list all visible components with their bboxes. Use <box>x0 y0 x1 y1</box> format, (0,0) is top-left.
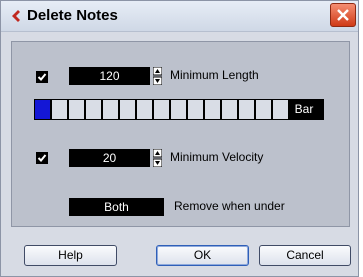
title-bar[interactable]: Delete Notes <box>1 1 358 32</box>
remove-mode-label: Remove when under <box>174 199 285 213</box>
grid-cell[interactable] <box>35 100 50 119</box>
grid-cell[interactable] <box>188 100 203 119</box>
grid-cell[interactable] <box>239 100 254 119</box>
grid-cell[interactable] <box>120 100 135 119</box>
length-grid[interactable]: Bar <box>34 99 324 120</box>
cancel-button[interactable]: Cancel <box>259 245 351 266</box>
delete-notes-dialog: Delete Notes 120 Minimum Length Bar 20 M… <box>0 0 359 277</box>
grid-cell[interactable] <box>171 100 186 119</box>
grid-unit-label: Bar <box>294 102 314 116</box>
close-icon <box>337 9 349 21</box>
grid-cell[interactable] <box>103 100 118 119</box>
grid-cell[interactable] <box>154 100 169 119</box>
min-velocity-stepper[interactable] <box>153 149 162 167</box>
min-velocity-label: Minimum Velocity <box>170 150 264 164</box>
settings-panel: 120 Minimum Length Bar 20 Minimum Veloci… <box>11 41 350 227</box>
min-velocity-checkbox[interactable] <box>36 152 48 164</box>
grid-cell[interactable] <box>137 100 152 119</box>
grid-cell[interactable] <box>205 100 220 119</box>
grid-cell[interactable] <box>69 100 84 119</box>
grid-cell[interactable] <box>222 100 237 119</box>
ok-button[interactable]: OK <box>156 245 249 266</box>
cubase-logo-icon <box>12 10 20 22</box>
min-length-stepper[interactable] <box>153 67 162 85</box>
min-length-label: Minimum Length <box>170 68 259 82</box>
grid-cell[interactable] <box>256 100 271 119</box>
remove-mode-select[interactable]: Both <box>69 198 164 216</box>
grid-cell[interactable] <box>52 100 67 119</box>
close-button[interactable] <box>330 3 356 27</box>
grid-cell[interactable] <box>86 100 101 119</box>
min-velocity-field[interactable]: 20 <box>69 149 150 167</box>
min-length-checkbox[interactable] <box>36 71 48 83</box>
min-length-field[interactable]: 120 <box>69 67 150 85</box>
window-title: Delete Notes <box>27 7 118 24</box>
help-button[interactable]: Help <box>24 245 117 266</box>
